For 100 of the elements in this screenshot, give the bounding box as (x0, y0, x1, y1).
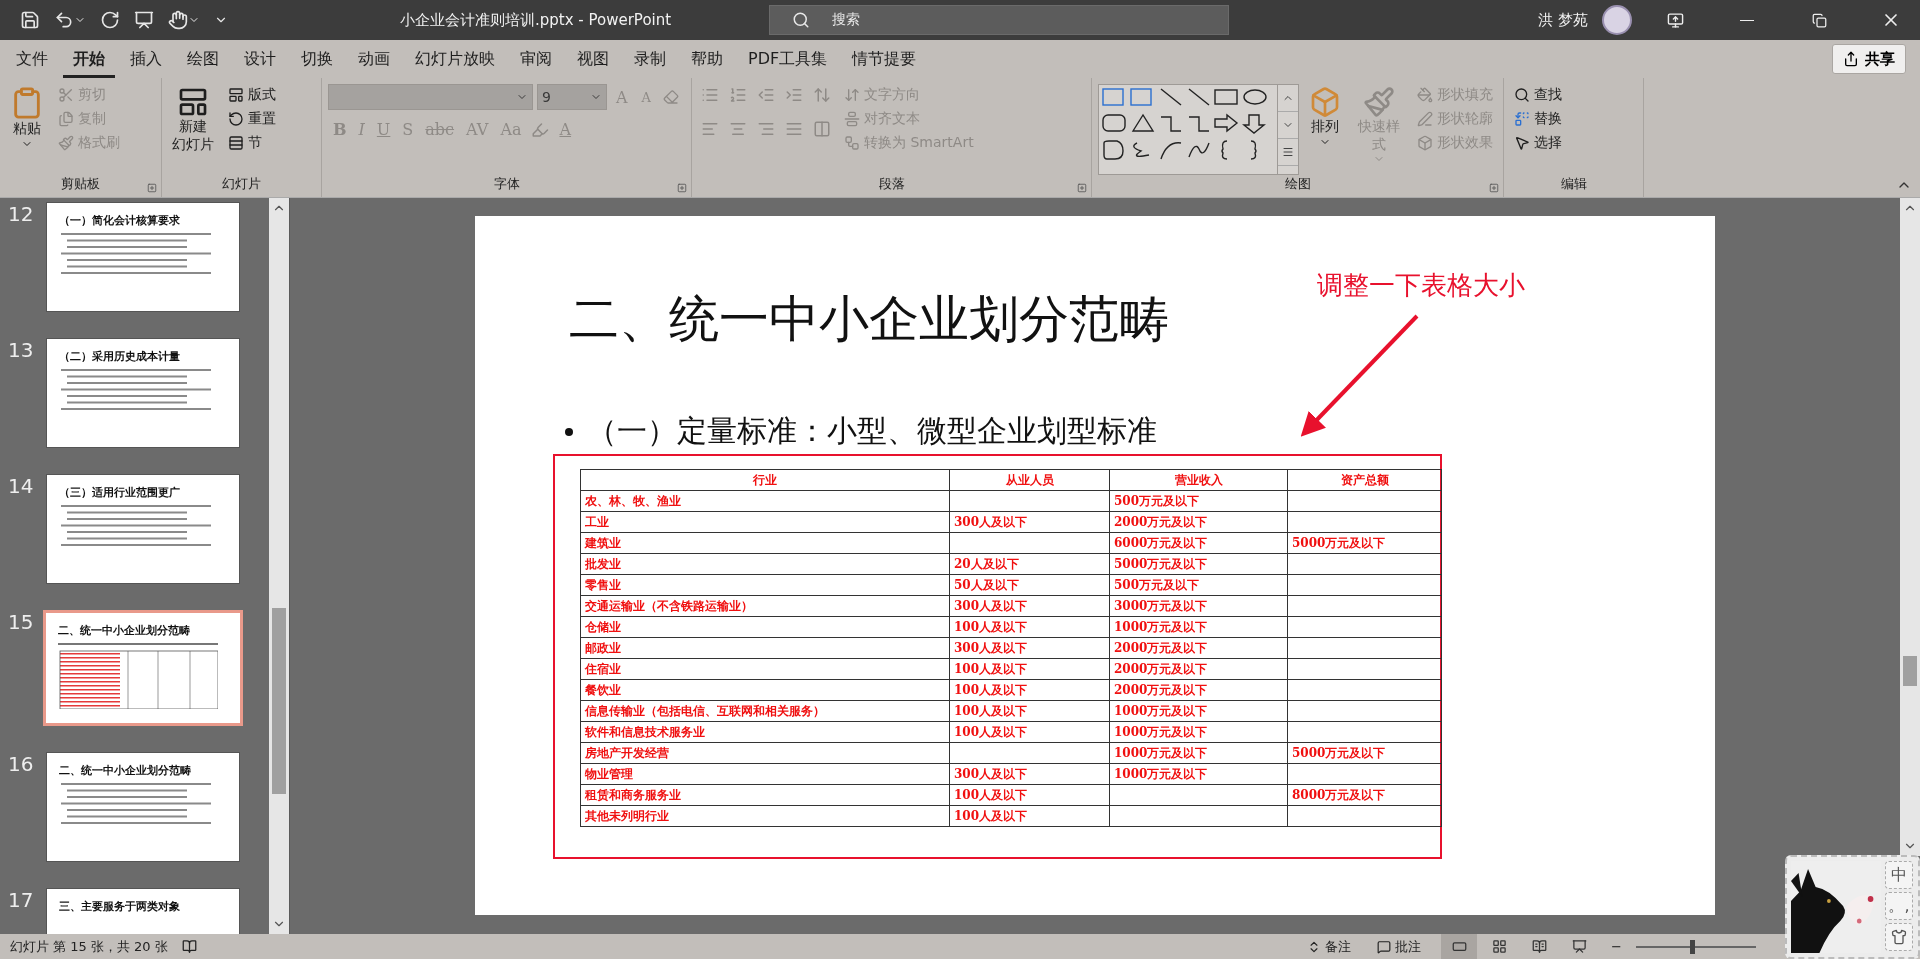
undo-icon (54, 10, 74, 30)
arrange-button[interactable]: 排列 (1305, 84, 1345, 175)
comments-button[interactable]: 批注 (1371, 937, 1428, 956)
annotation-text: 调整一下表格大小 (1317, 269, 1525, 302)
table-cell: 300人及以下 (949, 595, 1110, 617)
ribbon-tab[interactable]: 情节提要 (842, 40, 927, 78)
presentation-icon (134, 10, 154, 30)
ribbon-tab[interactable]: 帮助 (681, 40, 733, 78)
ribbon-command[interactable]: 替换 (1510, 108, 1566, 130)
save-icon (20, 10, 40, 30)
slide-thumbnail[interactable]: （一）简化会计核算要求 (46, 202, 240, 312)
table-cell: 2000万元及以下 (1109, 679, 1288, 701)
scrollbar[interactable] (269, 198, 289, 934)
ribbon-command[interactable]: 查找 (1510, 84, 1566, 106)
view-button[interactable] (1441, 934, 1478, 959)
ribbon-tab[interactable]: 切换 (291, 40, 343, 78)
table-cell: 2000万元及以下 (1109, 511, 1288, 533)
scroll-thumb[interactable] (272, 608, 286, 794)
ribbon-command[interactable]: 节 (224, 132, 280, 154)
ribbon-tab[interactable]: 视图 (567, 40, 619, 78)
menu-icon (1282, 146, 1294, 158)
ribbon-command[interactable]: 版式 (224, 84, 280, 106)
slide-thumbnail[interactable]: （三）适用行业范围更广 (46, 474, 240, 584)
paint-bucket-icon (1417, 87, 1433, 103)
table-cell: 房地产开发经营 (580, 742, 950, 764)
table-cell: 300人及以下 (949, 637, 1110, 659)
launcher-icon (677, 183, 687, 193)
ribbon-tab[interactable]: 幻灯片放映 (405, 40, 505, 78)
skin-button[interactable] (1885, 923, 1913, 951)
ribbon-command[interactable]: 重置 (224, 108, 280, 130)
ribbon-tab[interactable]: 设计 (234, 40, 286, 78)
group-label: 字体 (493, 175, 520, 193)
table-cell: 500万元及以下 (1109, 490, 1288, 512)
slide-info: 幻灯片 第 15 张，共 20 张 (10, 937, 168, 956)
replace-icon (1514, 111, 1530, 127)
search-icon (792, 11, 811, 29)
display-options-icon (1666, 11, 1684, 29)
table-cell: 1000万元及以下 (1109, 616, 1288, 638)
ribbon-tab[interactable]: 审阅 (510, 40, 562, 78)
table-cell: 交通运输业（不含铁路运输业） (580, 595, 950, 617)
paragraph-icon (729, 86, 747, 104)
table-cell: 100人及以下 (949, 679, 1110, 701)
align-text-icon (844, 111, 860, 127)
layout-icon (228, 87, 244, 103)
align-icon (785, 120, 803, 138)
column-header: 资产总额 (1287, 469, 1442, 491)
group-label: 绘图 (1284, 175, 1311, 193)
group-label: 幻灯片 (222, 175, 261, 193)
slide-thumbnail[interactable]: 二、统一中小企业划分范畴 (46, 752, 240, 862)
paragraph-icon (813, 86, 831, 104)
scroll-thumb[interactable] (1903, 656, 1917, 686)
table-cell: 300人及以下 (949, 763, 1110, 785)
view-icon (1531, 939, 1547, 954)
launcher-icon (1489, 183, 1499, 193)
paste-button[interactable]: 粘贴 (6, 84, 48, 175)
table-cell: 8000万元及以下 (1287, 784, 1442, 806)
cube-icon (1417, 135, 1433, 151)
table-cell: 5000万元及以下 (1287, 532, 1442, 554)
ribbon-tab[interactable]: 动画 (348, 40, 400, 78)
thumbnail-title: （二）采用历史成本计量 (59, 349, 181, 364)
column-header: 从业人员 (949, 469, 1110, 491)
table-cell: 物业管理 (580, 763, 950, 785)
table-cell: 邮政业 (580, 637, 950, 659)
ribbon-tab[interactable]: 绘图 (177, 40, 229, 78)
table-cell: 1000万元及以下 (1109, 742, 1288, 764)
ribbon-tab[interactable]: 录制 (624, 40, 676, 78)
search-icon (1514, 87, 1530, 103)
user-name: 洪 梦苑 (1538, 10, 1588, 30)
table-cell: 300人及以下 (949, 511, 1110, 533)
zoom-out-button[interactable]: − (1611, 939, 1622, 954)
search-field[interactable]: 搜索 (769, 5, 1230, 35)
reset-icon (228, 111, 244, 127)
ime-key[interactable]: 。, (1885, 892, 1913, 920)
share-button[interactable]: 共享 (1832, 44, 1906, 74)
new-slide-button[interactable]: 新建 幻灯片 (168, 84, 218, 175)
group-label: 段落 (878, 175, 905, 193)
ime-key[interactable]: 中 (1885, 861, 1913, 889)
table-frame[interactable] (553, 454, 1442, 859)
table-cell: 农、林、牧、渔业 (580, 490, 950, 512)
bullet-text: （一）定量标准：小型、微型企业划型标准 (587, 412, 1157, 450)
ribbon-tab[interactable]: 插入 (120, 40, 172, 78)
table-cell: 软件和信息技术服务业 (580, 721, 950, 743)
paragraph-icon (757, 86, 775, 104)
ribbon-tab[interactable]: PDF工具集 (738, 40, 838, 78)
slide-thumbnail[interactable]: 二、统一中小企业划分范畴 (43, 610, 243, 726)
ribbon-command[interactable]: 选择 (1510, 132, 1566, 154)
notes-button[interactable]: 备注 (1301, 937, 1358, 956)
slide-thumbnail[interactable]: 三、主要服务于两类对象 (46, 888, 240, 934)
table-cell: 租赁和商务服务业 (580, 784, 950, 806)
share-icon (1843, 51, 1859, 67)
text-direction-icon (844, 87, 860, 103)
thumbnail-title: （一）简化会计核算要求 (59, 213, 181, 228)
slide-thumbnail[interactable]: （二）采用历史成本计量 (46, 338, 240, 448)
scrollbar[interactable] (1900, 198, 1920, 856)
table-cell: 3000万元及以下 (1109, 595, 1288, 617)
ribbon-tab[interactable]: 文件 (6, 40, 58, 78)
redo-icon (100, 10, 120, 30)
eraser-icon (662, 89, 679, 105)
table-cell: 100人及以下 (949, 700, 1110, 722)
avatar[interactable] (1602, 5, 1632, 35)
